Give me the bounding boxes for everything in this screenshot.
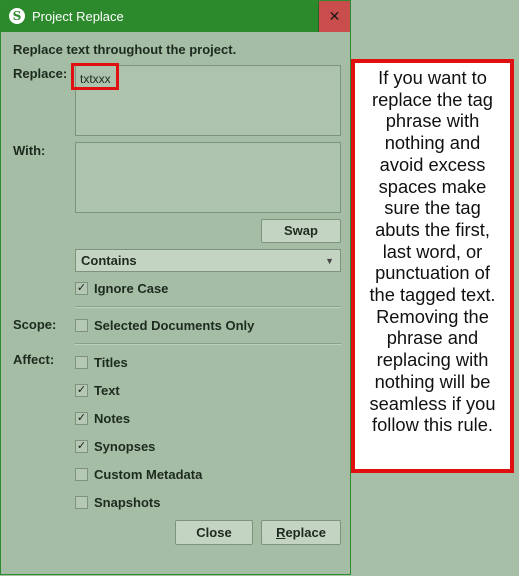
affect-notes-checkbox[interactable]: ✓	[75, 412, 88, 425]
match-mode-value: Contains	[81, 253, 137, 268]
replace-text-highlight-box	[71, 63, 119, 90]
affect-label: Affect:	[13, 352, 55, 367]
with-label: With:	[13, 143, 46, 158]
affect-text-label: Text	[94, 383, 120, 398]
chevron-down-icon: ▼	[325, 256, 334, 266]
ignore-case-checkbox[interactable]: ✓	[75, 282, 88, 295]
replace-button[interactable]: Replace	[261, 520, 341, 545]
scrivener-app-icon: S	[9, 8, 25, 24]
affect-custom-metadata-label: Custom Metadata	[94, 467, 203, 482]
ignore-case-label: Ignore Case	[94, 281, 169, 296]
affect-notes-label: Notes	[94, 411, 131, 426]
close-window-button[interactable]: ✕	[318, 1, 350, 32]
selected-documents-only-checkbox[interactable]	[75, 319, 88, 332]
swap-button[interactable]: Swap	[261, 219, 341, 243]
with-field[interactable]	[75, 142, 341, 213]
match-mode-select[interactable]: Contains ▼	[75, 249, 341, 272]
project-replace-dialog: S Project Replace ✕ Replace text through…	[0, 0, 351, 575]
title-bar[interactable]: S Project Replace ✕	[1, 1, 350, 32]
affect-synopses-label: Synopses	[94, 439, 156, 454]
affect-snapshots-checkbox[interactable]	[75, 496, 88, 509]
replace-button-label: eplace	[285, 525, 326, 540]
affect-text-checkbox[interactable]: ✓	[75, 384, 88, 397]
affect-titles-checkbox[interactable]	[75, 356, 88, 369]
replace-label: Replace:	[13, 66, 68, 81]
affect-titles-label: Titles	[94, 355, 128, 370]
scope-label: Scope:	[13, 317, 57, 332]
affect-snapshots-label: Snapshots	[94, 495, 161, 510]
divider	[75, 343, 341, 345]
selected-documents-only-label: Selected Documents Only	[94, 318, 255, 333]
divider	[75, 306, 341, 308]
close-button[interactable]: Close	[175, 520, 253, 545]
dialog-heading: Replace text throughout the project.	[13, 42, 237, 57]
window-title: Project Replace	[32, 9, 124, 24]
annotation-callout: If you want to replace the tag phrase wi…	[351, 59, 514, 473]
affect-custom-metadata-checkbox[interactable]	[75, 468, 88, 481]
affect-synopses-checkbox[interactable]: ✓	[75, 440, 88, 453]
